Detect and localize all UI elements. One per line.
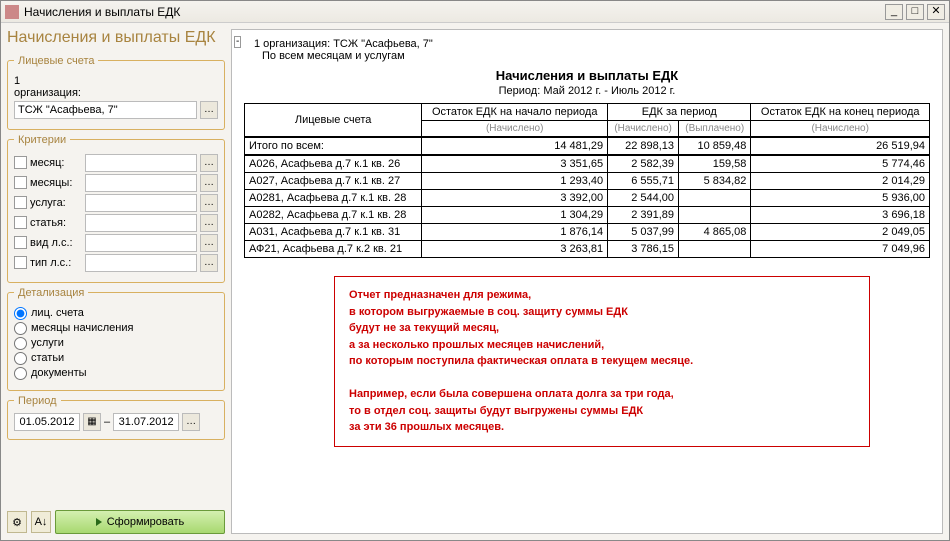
detail-group: Детализация лиц. счета месяцы начисления у… [7,287,225,391]
criteria-picker[interactable]: … [200,214,218,232]
table-row: А0282, Асафьева д.7 к.1 кв. 281 304,292 … [245,207,930,224]
generate-button[interactable]: Сформировать [55,510,225,534]
criteria-checkbox[interactable] [14,176,27,189]
criteria-row: услуга: … [14,194,218,212]
detail-radio[interactable] [14,322,27,335]
detail-label: статьи [31,352,64,364]
criteria-label: статья: [30,217,82,229]
col-start: Остаток ЕДК на начало периода [422,104,608,121]
criteria-field[interactable] [85,234,197,252]
table-row: А026, Асафьева д.7 к.1 кв. 263 351,652 5… [245,155,930,173]
sort-icon[interactable]: A↓ [31,511,51,533]
detail-label: документы [31,367,87,379]
detail-row: статьи [14,352,218,365]
criteria-picker[interactable]: … [200,174,218,192]
org-picker-button[interactable]: … [200,101,218,119]
accounts-group: Лицевые счета 1 организация: … [7,55,225,130]
page-title: Начисления и выплаты ЕДК [7,29,225,47]
criteria-field[interactable] [85,194,197,212]
criteria-label: тип л.с.: [30,257,82,269]
table-row: А0281, Асафьева д.7 к.1 кв. 283 392,002 … [245,190,930,207]
report-orgline: 1 организация: ТСЖ "Асафьева, 7" [254,38,930,50]
detail-row: услуги [14,337,218,350]
col-end: Остаток ЕДК на конец периода [751,104,930,121]
accounts-legend: Лицевые счета [14,55,98,67]
window-title: Начисления и выплаты ЕДК [24,5,885,19]
period-group: Период ▦ – … [7,395,225,440]
criteria-checkbox[interactable] [14,196,27,209]
close-button[interactable]: ✕ [927,4,945,20]
detail-label: услуги [31,337,64,349]
criteria-picker[interactable]: … [200,154,218,172]
table-row: АФ21, Асафьева д.7 к.2 кв. 213 263,813 7… [245,241,930,258]
sidebar: Начисления и выплаты ЕДК Лицевые счета 1… [7,29,225,534]
criteria-field[interactable] [85,214,197,232]
play-icon [96,518,102,526]
maximize-button[interactable]: □ [906,4,924,20]
table-row: А027, Асафьева д.7 к.1 кв. 271 293,406 5… [245,173,930,190]
criteria-field[interactable] [85,154,197,172]
detail-row: месяцы начисления [14,322,218,335]
criteria-legend: Критерии [14,134,70,146]
detail-label: лиц. счета [31,307,84,319]
criteria-row: вид л.с.: … [14,234,218,252]
detail-label: месяцы начисления [31,322,133,334]
titlebar: Начисления и выплаты ЕДК _ □ ✕ [1,1,949,23]
detail-radio[interactable] [14,307,27,320]
report-subline: По всем месяцам и услугам [262,50,930,62]
collapse-marker[interactable]: - [234,36,241,48]
criteria-field[interactable] [85,174,197,192]
criteria-row: тип л.с.: … [14,254,218,272]
report-area: - 1 организация: ТСЖ "Асафьева, 7" По вс… [231,29,943,534]
detail-radio[interactable] [14,352,27,365]
criteria-group: Критерии месяц: … месяцы: … услуга: … статья: …… [7,134,225,283]
total-row: Итого по всем:14 481,2922 898,1310 859,4… [245,137,930,155]
criteria-label: вид л.с.: [30,237,82,249]
detail-radio[interactable] [14,367,27,380]
report-table: Лицевые счета Остаток ЕДК на начало пери… [244,103,930,258]
criteria-label: услуга: [30,197,82,209]
period-from-picker[interactable]: ▦ [83,413,101,431]
detail-row: лиц. счета [14,307,218,320]
criteria-label: месяц: [30,157,82,169]
col-period: ЕДК за период [608,104,751,121]
criteria-picker[interactable]: … [200,194,218,212]
org-input[interactable] [14,101,197,119]
criteria-checkbox[interactable] [14,236,27,249]
criteria-picker[interactable]: … [200,254,218,272]
settings-icon[interactable]: ⚙ [7,511,27,533]
detail-row: документы [14,367,218,380]
org-label: 1 организация: [14,75,81,99]
criteria-row: статья: … [14,214,218,232]
detail-legend: Детализация [14,287,88,299]
criteria-row: месяц: … [14,154,218,172]
col-accounts: Лицевые счета [245,104,422,138]
table-row: А031, Асафьева д.7 к.1 кв. 311 876,145 0… [245,224,930,241]
period-to-input[interactable] [113,413,179,431]
criteria-row: месяцы: … [14,174,218,192]
app-icon [5,5,19,19]
criteria-checkbox[interactable] [14,156,27,169]
report-note: Отчет предназначен для режима, в котором… [334,276,870,447]
app-window: Начисления и выплаты ЕДК _ □ ✕ Начислени… [0,0,950,541]
criteria-label: месяцы: [30,177,82,189]
period-legend: Период [14,395,61,407]
report-title: Начисления и выплаты ЕДК [244,68,930,83]
criteria-checkbox[interactable] [14,256,27,269]
report-period: Период: Май 2012 г. - Июль 2012 г. [244,85,930,97]
period-from-input[interactable] [14,413,80,431]
criteria-picker[interactable]: … [200,234,218,252]
period-to-picker[interactable]: … [182,413,200,431]
minimize-button[interactable]: _ [885,4,903,20]
criteria-checkbox[interactable] [14,216,27,229]
criteria-field[interactable] [85,254,197,272]
detail-radio[interactable] [14,337,27,350]
